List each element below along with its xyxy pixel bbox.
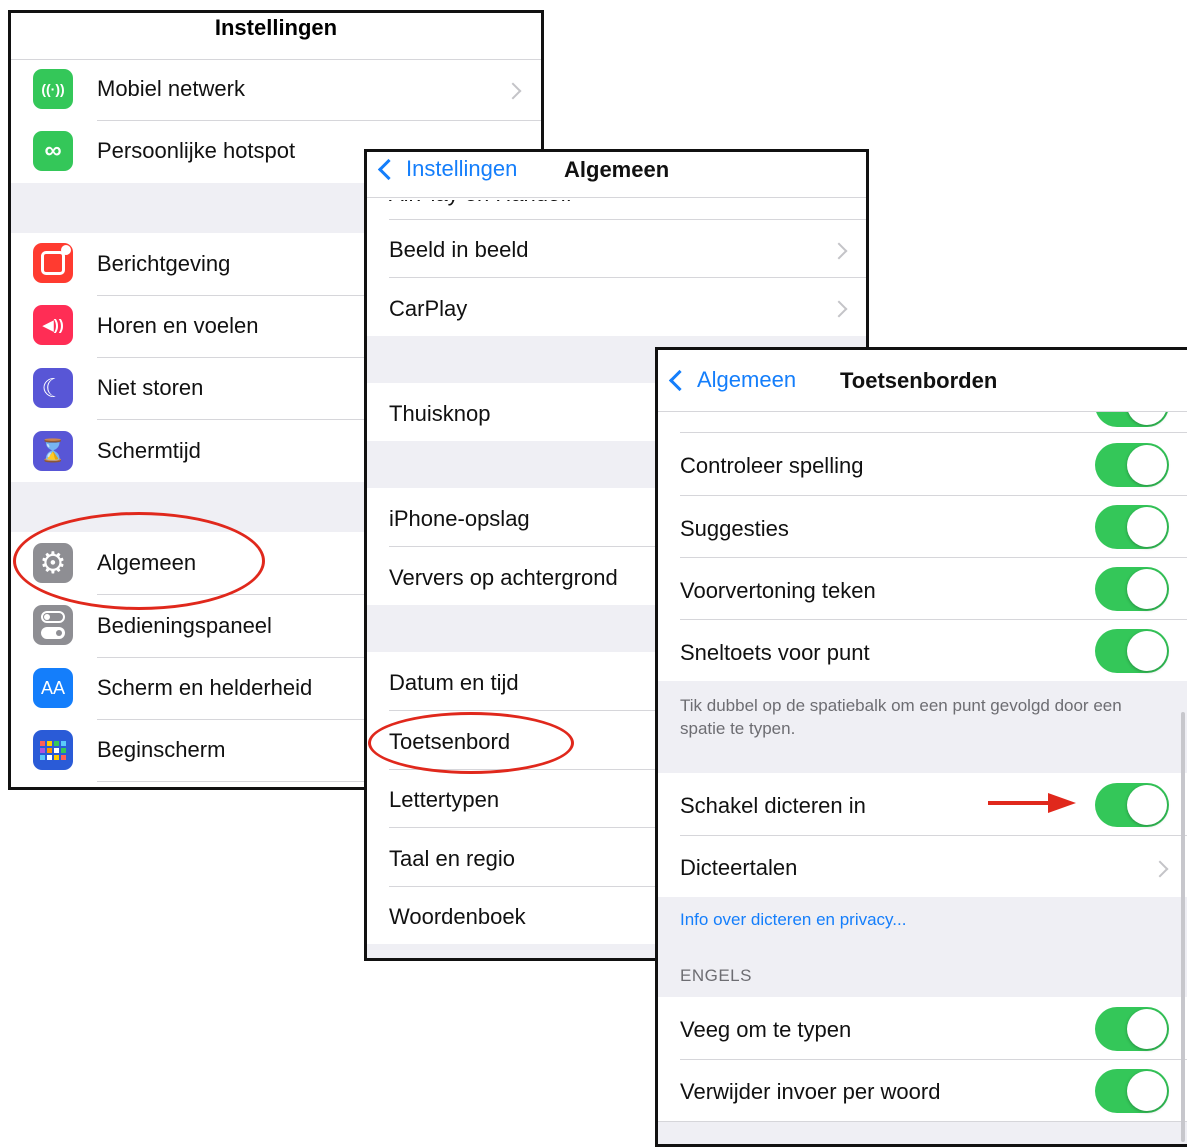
toggle-row-label: Suggesties <box>680 516 789 541</box>
settings-item-label: Berichtgeving <box>97 251 231 276</box>
toggle-switch[interactable] <box>1095 1007 1169 1051</box>
toggle-switch[interactable] <box>1095 443 1169 487</box>
settings-item-label: Beginscherm <box>97 737 226 762</box>
scroll-indicator[interactable] <box>1181 712 1185 1142</box>
general-title: Algemeen <box>564 157 670 182</box>
toggle-knob <box>1127 785 1167 825</box>
chevron-right-icon <box>830 242 848 260</box>
dictation-toggle[interactable] <box>1095 783 1169 827</box>
toggle-row-label: Veeg om te typen <box>680 1017 852 1042</box>
back-button[interactable]: Instellingen <box>377 156 517 182</box>
footnote-text: Tik dubbel op de spatiebalk om een punt … <box>680 696 1122 738</box>
switches-icon <box>33 605 73 645</box>
dictation-languages-label: Dicteertalen <box>680 855 798 880</box>
settings-item-label: Scherm en helderheid <box>97 675 313 700</box>
general-item-label: Datum en tijd <box>389 670 519 695</box>
toggle-knob <box>1127 631 1167 671</box>
back-button[interactable]: Algemeen <box>668 367 796 393</box>
moon-icon: ☾ <box>33 368 73 408</box>
toggle-knob <box>1127 507 1167 547</box>
speaker-icon: ◀)) <box>33 305 73 345</box>
toggle-knob <box>1127 1071 1167 1111</box>
general-item-label: CarPlay <box>389 296 468 321</box>
notifications-icon <box>33 243 73 283</box>
text-size-icon: AA <box>33 668 73 708</box>
airplay-cut-label: AirPlay en Handoff <box>389 181 573 206</box>
general-item-label: iPhone-opslag <box>389 506 530 531</box>
chevron-left-icon <box>377 158 400 180</box>
gear-icon: ⚙ <box>33 543 73 583</box>
toggle-switch[interactable] <box>1095 567 1169 611</box>
toggle-row-label: Verwijder invoer per woord <box>680 1079 941 1104</box>
toggle-row-label: Voorvertoning teken <box>680 578 876 603</box>
hotspot-icon: ∞ <box>33 131 73 171</box>
toggle-knob <box>1127 412 1167 425</box>
settings-item-label: Niet storen <box>97 375 204 400</box>
general-item-label: Ververs op achtergrond <box>389 565 618 590</box>
toggle-knob <box>1127 445 1167 485</box>
toggle-switch[interactable] <box>1095 505 1169 549</box>
general-item-label: Woordenboek <box>389 904 526 929</box>
cut-toggle[interactable] <box>1095 412 1169 427</box>
chevron-left-icon <box>668 369 691 391</box>
toggle-knob <box>1127 1009 1167 1049</box>
general-item-label: Lettertypen <box>389 787 500 812</box>
section-header-engels: ENGELS <box>680 966 752 985</box>
keyboards-title: Toetsenborden <box>840 368 998 393</box>
antenna-icon: ((·)) <box>33 69 73 109</box>
toggle-row-label: Sneltoets voor punt <box>680 640 870 665</box>
general-item-label: Beeld in beeld <box>389 237 529 262</box>
toggle-row-label: Schakel dicteren in <box>680 793 866 818</box>
back-button-label: Instellingen <box>406 156 518 181</box>
settings-item-label: Persoonlijke hotspot <box>97 138 296 163</box>
dictation-privacy-link[interactable]: Info over dicteren en privacy... <box>680 910 906 930</box>
annotation-arrow <box>988 793 1076 813</box>
settings-item-label: Schermtijd <box>97 438 201 463</box>
back-button-label: Algemeen <box>697 367 797 392</box>
toggle-knob <box>1127 569 1167 609</box>
chevron-right-icon <box>504 82 522 100</box>
keyboards-panel: Algemeen Toetsenborden Controleer spelli… <box>655 347 1187 1147</box>
toggle-switch[interactable] <box>1095 1069 1169 1113</box>
toggle-row-label: Controleer spelling <box>680 453 864 478</box>
settings-item-label: Algemeen <box>97 550 197 575</box>
general-item-label: Taal en regio <box>389 846 515 871</box>
settings-item-label: Bedieningspaneel <box>97 613 272 638</box>
toggle-switch[interactable] <box>1095 629 1169 673</box>
chevron-right-icon <box>1151 860 1169 878</box>
general-item-label: Toetsenbord <box>389 729 511 754</box>
home-grid-icon <box>33 730 73 770</box>
hourglass-icon: ⌛ <box>33 431 73 471</box>
settings-item-label: Horen en voelen <box>97 313 259 338</box>
chevron-right-icon <box>830 300 848 318</box>
settings-item-label: Mobiel netwerk <box>97 76 245 101</box>
general-item-label: Thuisknop <box>389 401 491 426</box>
settings-title: Instellingen <box>214 15 338 40</box>
